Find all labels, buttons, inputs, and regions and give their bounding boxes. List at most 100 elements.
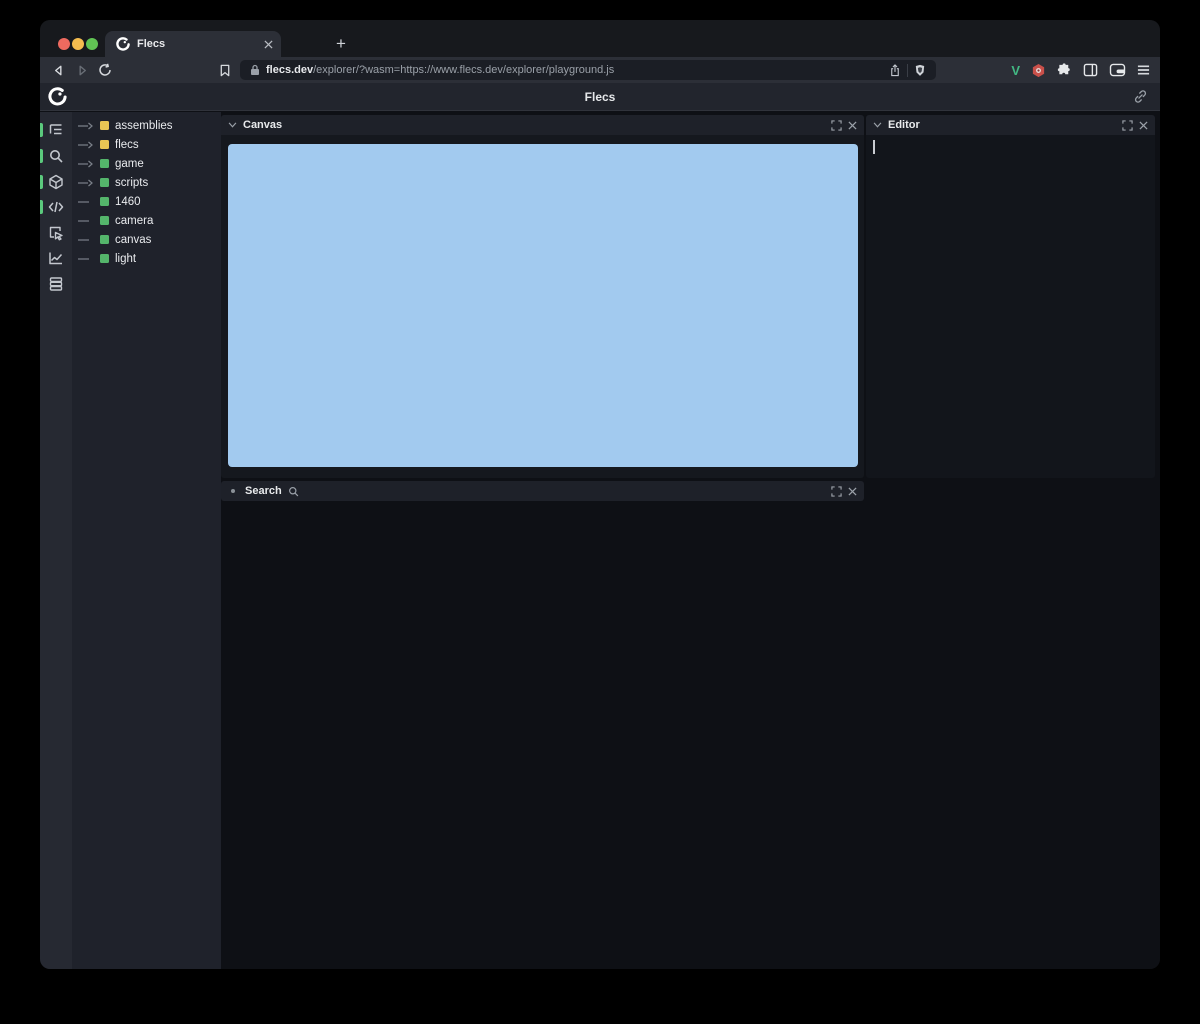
- inspect-icon[interactable]: [48, 225, 64, 241]
- tree-row[interactable]: camera: [72, 211, 221, 230]
- flecs-logo-icon: [116, 37, 130, 51]
- entity-label: flecs: [115, 139, 139, 151]
- entity-swatch: [100, 216, 109, 225]
- entity-swatch: [100, 121, 109, 130]
- new-tab-button[interactable]: +: [330, 33, 352, 55]
- text-caret: [873, 140, 875, 154]
- permalink-icon[interactable]: [1133, 89, 1148, 104]
- browser-toolbar: flecs.dev/explorer/?wasm=https://www.fle…: [40, 57, 1160, 83]
- bookmark-icon[interactable]: [216, 61, 234, 79]
- red-hexagon-extension-icon[interactable]: [1031, 63, 1046, 78]
- sidebar-toggle-icon[interactable]: [1083, 63, 1098, 77]
- tree-row[interactable]: light: [72, 249, 221, 268]
- leaf-connector: [78, 217, 100, 225]
- traffic-light-zoom[interactable]: [86, 38, 98, 50]
- tab-title: Flecs: [137, 38, 257, 50]
- entity-swatch: [100, 159, 109, 168]
- canvas-panel: Canvas: [221, 115, 864, 478]
- expander-icon[interactable]: [78, 160, 100, 168]
- close-icon[interactable]: [848, 121, 857, 130]
- browser-window: Flecs + flecs.dev/explorer/?wasm=https:/…: [40, 20, 1160, 969]
- chevron-down-icon[interactable]: [228, 122, 237, 128]
- active-indicator: [40, 200, 43, 214]
- leaf-connector: [78, 198, 100, 206]
- entity-swatch: [100, 178, 109, 187]
- panel-title: Canvas: [243, 119, 282, 131]
- search-panel: Search: [221, 481, 864, 501]
- stats-chart-icon[interactable]: [48, 250, 64, 266]
- tree-row[interactable]: flecs: [72, 135, 221, 154]
- entity-label: light: [115, 253, 136, 265]
- brave-shield-icon[interactable]: [914, 64, 926, 77]
- vue-devtools-icon[interactable]: V: [1011, 63, 1020, 78]
- entity-label: assemblies: [115, 120, 173, 132]
- editor-panel-header[interactable]: Editor: [866, 115, 1155, 135]
- render-canvas[interactable]: [228, 144, 858, 467]
- tree-view-icon[interactable]: [48, 122, 64, 138]
- app-header: Flecs: [40, 83, 1160, 111]
- address-bar[interactable]: flecs.dev/explorer/?wasm=https://www.fle…: [240, 60, 936, 80]
- entity-label: canvas: [115, 234, 151, 246]
- active-indicator: [40, 149, 43, 163]
- panel-title: Editor: [888, 119, 920, 131]
- entity-label: scripts: [115, 177, 148, 189]
- app-title: Flecs: [40, 83, 1160, 111]
- expand-icon[interactable]: [1122, 120, 1133, 131]
- reload-icon[interactable]: [96, 61, 114, 79]
- tab-bar: Flecs +: [40, 20, 1160, 57]
- entity-label: game: [115, 158, 144, 170]
- leaf-connector: [78, 236, 100, 244]
- tree-row[interactable]: 1460: [72, 192, 221, 211]
- canvas-panel-header[interactable]: Canvas: [221, 115, 864, 135]
- entity-swatch: [100, 197, 109, 206]
- entity-swatch: [100, 140, 109, 149]
- tree-row[interactable]: assemblies: [72, 116, 221, 135]
- extensions-puzzle-icon[interactable]: [1057, 63, 1072, 78]
- share-icon[interactable]: [889, 64, 901, 77]
- expander-icon[interactable]: [78, 179, 100, 187]
- tab-close-icon[interactable]: [264, 40, 273, 49]
- url-domain: flecs.dev: [266, 64, 313, 76]
- expand-icon[interactable]: [831, 120, 842, 131]
- data-stack-icon[interactable]: [48, 276, 64, 292]
- active-indicator: [40, 123, 43, 137]
- wallet-icon[interactable]: [1109, 63, 1126, 77]
- traffic-light-close[interactable]: [58, 38, 70, 50]
- search-icon[interactable]: [48, 148, 64, 164]
- entity-swatch: [100, 254, 109, 263]
- divider: [907, 64, 908, 77]
- entity-label: 1460: [115, 196, 141, 208]
- browser-tab[interactable]: Flecs: [105, 31, 281, 57]
- menu-icon[interactable]: [1137, 64, 1150, 76]
- entity-tree: assemblies flecs game scripts 1460: [72, 112, 221, 969]
- nav-rail: [40, 112, 72, 969]
- app-content: assemblies flecs game scripts 1460: [40, 112, 1160, 969]
- chevron-down-icon[interactable]: [873, 122, 882, 128]
- entity-swatch: [100, 235, 109, 244]
- expand-icon[interactable]: [831, 486, 842, 497]
- extension-icons: V: [1011, 57, 1150, 83]
- editor-textarea[interactable]: [866, 135, 1155, 478]
- tree-row[interactable]: game: [72, 154, 221, 173]
- forward-icon[interactable]: [73, 61, 91, 79]
- entities-cube-icon[interactable]: [48, 174, 64, 190]
- panel-title: Search: [245, 485, 282, 497]
- url-text: flecs.dev/explorer/?wasm=https://www.fle…: [266, 64, 883, 76]
- active-indicator: [40, 175, 43, 189]
- tree-row[interactable]: canvas: [72, 230, 221, 249]
- close-icon[interactable]: [848, 487, 857, 496]
- expander-icon[interactable]: [78, 122, 100, 130]
- search-panel-header[interactable]: Search: [221, 481, 864, 501]
- main-area: Canvas Search: [221, 112, 1160, 969]
- traffic-light-minimize[interactable]: [72, 38, 84, 50]
- expander-icon[interactable]: [78, 141, 100, 149]
- close-icon[interactable]: [1139, 121, 1148, 130]
- url-path: /explorer/?wasm=https://www.flecs.dev/ex…: [313, 64, 614, 76]
- back-icon[interactable]: [49, 61, 67, 79]
- tree-row[interactable]: scripts: [72, 173, 221, 192]
- search-icon: [288, 486, 299, 497]
- code-icon[interactable]: [48, 199, 64, 215]
- collapsed-dot-icon: [231, 489, 235, 493]
- lock-icon: [250, 64, 260, 76]
- editor-panel: Editor: [866, 115, 1155, 478]
